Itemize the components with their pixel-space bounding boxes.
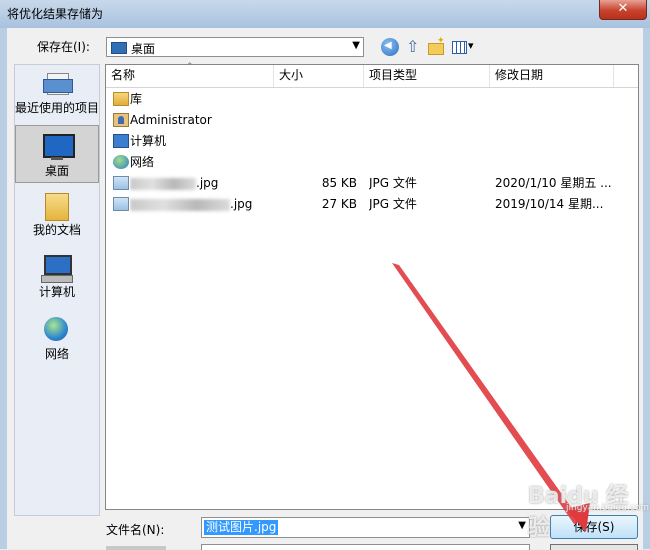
- back-icon[interactable]: [381, 38, 399, 56]
- filename-input[interactable]: 测试图片.jpg ▼: [201, 517, 530, 538]
- place-label: 网络: [44, 347, 69, 361]
- file-name: 网络: [130, 155, 155, 169]
- list-item[interactable]: 库: [106, 89, 638, 110]
- place-desktop[interactable]: 桌面: [15, 125, 99, 183]
- desktop-icon: [41, 132, 75, 162]
- filename-value: 测试图片.jpg: [204, 520, 279, 535]
- file-type: JPG 文件: [369, 197, 417, 211]
- user-folder-icon: [113, 113, 129, 127]
- filename-label: 文件名(N):: [106, 523, 165, 537]
- place-label: 桌面: [44, 164, 69, 178]
- save-in-dropdown[interactable]: 桌面 ▼: [106, 37, 364, 57]
- recent-items-icon: [41, 69, 73, 99]
- watermark-url: jingyan.baidu.com: [566, 503, 650, 513]
- list-item[interactable]: 计算机: [106, 131, 638, 152]
- computer-icon: [41, 253, 73, 283]
- place-label: 最近使用的项目: [15, 101, 100, 115]
- jpg-file-icon: [113, 176, 129, 190]
- list-item[interactable]: Administrator: [106, 110, 638, 131]
- place-computer[interactable]: 计算机: [15, 253, 99, 300]
- column-header: 名称 ^ 大小 项目类型 修改日期: [106, 62, 638, 88]
- place-network[interactable]: 网络: [15, 315, 99, 362]
- file-name: .jpg: [130, 173, 276, 194]
- list-item[interactable]: .jpg 27 KB JPG 文件 2019/10/14 星期...: [106, 194, 638, 215]
- file-size: 27 KB: [321, 197, 357, 211]
- sort-arrow-icon: ^: [186, 62, 194, 72]
- close-button[interactable]: ✕: [599, 0, 647, 20]
- library-icon: [113, 92, 129, 106]
- title-bar: 将优化结果存储为 ✕: [0, 0, 650, 29]
- file-name: Administrator: [130, 113, 212, 127]
- column-date[interactable]: 修改日期: [490, 65, 614, 87]
- list-item[interactable]: .jpg 85 KB JPG 文件 2020/1/10 星期五 ...: [106, 173, 638, 194]
- place-recent[interactable]: 最近使用的项目: [15, 69, 99, 116]
- column-size[interactable]: 大小: [274, 65, 364, 87]
- cancel-button[interactable]: [550, 544, 638, 550]
- column-name[interactable]: 名称 ^: [106, 62, 274, 87]
- save-in-value: 桌面: [131, 42, 156, 56]
- file-date: 2020/1/10 星期五 ...: [495, 176, 612, 190]
- up-folder-icon[interactable]: [404, 37, 422, 56]
- places-bar: 最近使用的项目 桌面 我的文档 计算机 网络: [14, 64, 100, 516]
- file-list[interactable]: 名称 ^ 大小 项目类型 修改日期 库 Administrator 计算机 网络 …: [105, 62, 639, 510]
- file-date: 2019/10/14 星期...: [495, 197, 604, 211]
- network-icon: [41, 315, 73, 345]
- redacted-name: [130, 198, 230, 211]
- column-type[interactable]: 项目类型: [364, 65, 490, 87]
- documents-icon: [41, 191, 73, 221]
- chevron-down-icon[interactable]: ▼: [518, 520, 526, 531]
- save-in-label: 保存在(I):: [37, 40, 90, 54]
- network-icon: [113, 155, 129, 169]
- jpg-file-icon: [113, 197, 129, 211]
- file-name: .jpg: [130, 194, 276, 215]
- desktop-icon: [111, 42, 127, 54]
- file-name: 计算机: [130, 134, 167, 148]
- new-folder-icon[interactable]: [427, 36, 445, 56]
- list-item[interactable]: 网络: [106, 152, 638, 173]
- file-size: 85 KB: [321, 176, 357, 190]
- redacted-name: [130, 177, 196, 190]
- save-type-dropdown[interactable]: [201, 544, 530, 550]
- place-documents[interactable]: 我的文档: [15, 191, 99, 238]
- view-menu-icon[interactable]: [451, 38, 479, 56]
- file-type: JPG 文件: [369, 176, 417, 190]
- close-icon: ✕: [617, 1, 629, 16]
- save-type-label: [106, 546, 166, 550]
- computer-icon: [113, 134, 129, 148]
- place-label: 计算机: [38, 285, 75, 299]
- place-label: 我的文档: [32, 223, 81, 237]
- chevron-down-icon[interactable]: ▼: [352, 40, 360, 51]
- file-name: 库: [130, 92, 143, 106]
- window-title: 将优化结果存储为: [7, 7, 104, 21]
